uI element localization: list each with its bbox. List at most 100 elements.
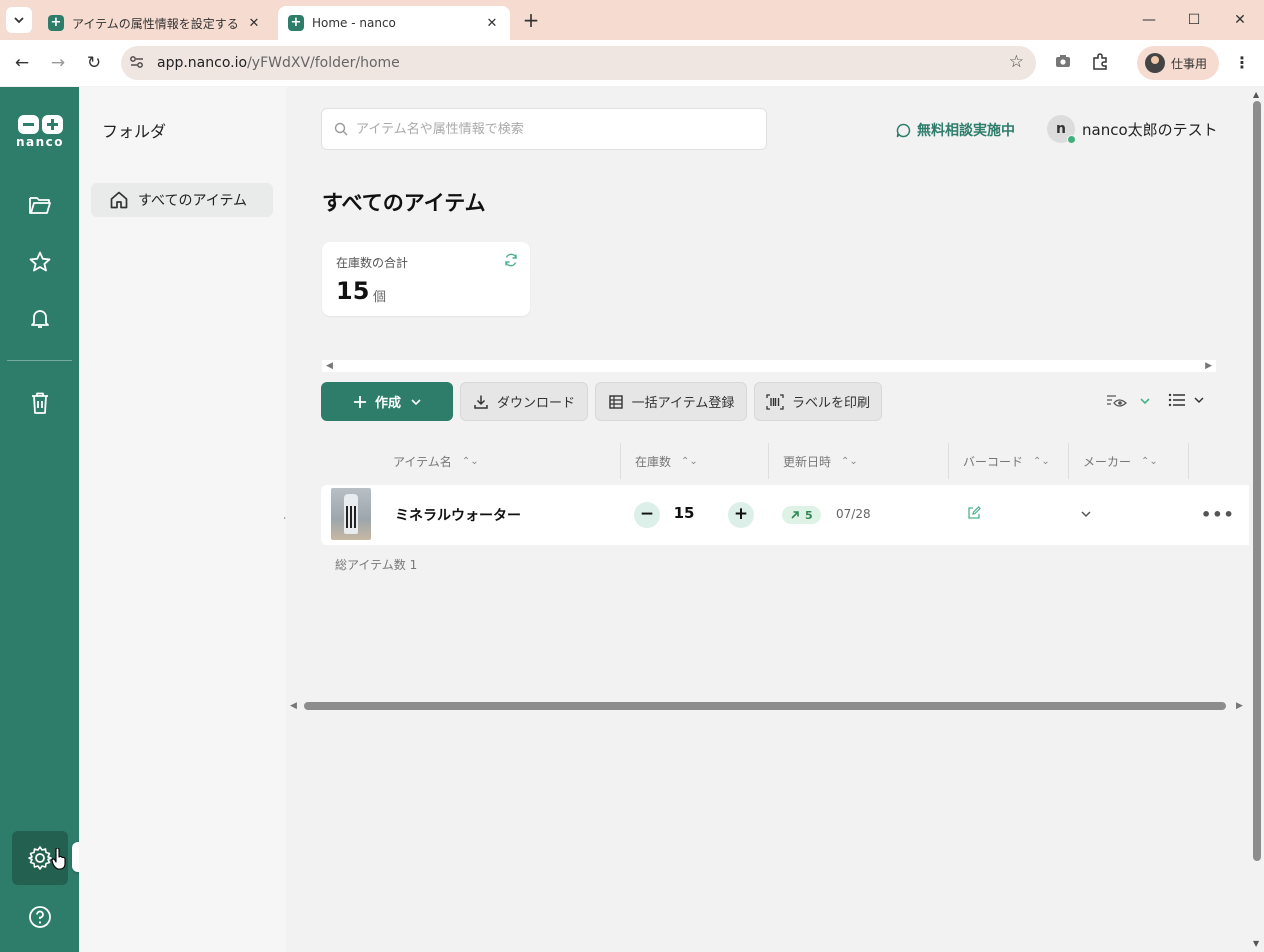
forward-button[interactable]: → [47, 52, 69, 74]
bulk-register-button[interactable]: 一括アイテム登録 [595, 382, 747, 421]
extensions-puzzle-icon[interactable] [1090, 53, 1110, 73]
stock-total-card: 在庫数の合計 15 個 [322, 242, 530, 316]
maker-dropdown-chevron-icon[interactable] [1081, 508, 1091, 523]
decrease-quantity-button[interactable]: − [634, 502, 660, 528]
site-settings-icon[interactable] [129, 55, 147, 72]
close-icon[interactable]: ✕ [246, 16, 262, 31]
scroll-right-arrow-icon[interactable]: ▶ [1205, 360, 1212, 372]
new-tab-button[interactable]: + [520, 9, 542, 31]
scrollbar-thumb[interactable] [304, 702, 1226, 710]
item-name[interactable]: ミネラルウォーター [395, 505, 521, 525]
url-host: app.nanco.io [157, 55, 248, 71]
profile-button[interactable]: 仕事用 [1137, 46, 1219, 80]
close-icon[interactable]: ✕ [484, 16, 500, 31]
url-text: app.nanco.io/yFWdXV/folder/home [157, 55, 400, 71]
help-icon[interactable] [28, 905, 52, 933]
stat-unit: 個 [373, 290, 387, 305]
bell-icon[interactable] [26, 304, 54, 332]
bookmark-star-icon[interactable]: ☆ [1009, 52, 1024, 72]
column-divider [948, 443, 949, 479]
column-divider [1188, 443, 1189, 479]
reload-button[interactable]: ↻ [83, 52, 105, 74]
nanco-favicon-icon: + [48, 15, 64, 31]
folder-icon[interactable] [26, 191, 54, 219]
list-view-toggle[interactable] [1168, 393, 1204, 407]
sort-icon[interactable]: ⌃⌄ [1141, 456, 1158, 467]
column-header-maker[interactable]: メーカー ⌃⌄ [1083, 443, 1158, 479]
download-label: ダウンロード [496, 396, 575, 411]
download-button[interactable]: ダウンロード [460, 382, 588, 421]
window-close-button[interactable]: ✕ [1230, 10, 1250, 30]
print-label-label: ラベルを印刷 [791, 396, 870, 411]
minimize-button[interactable]: — [1139, 10, 1159, 30]
nanco-logo[interactable]: nanco [14, 115, 66, 149]
list-icon [1168, 393, 1185, 407]
column-header-barcode[interactable]: バーコード ⌃⌄ [963, 443, 1050, 479]
column-divider [768, 443, 769, 479]
browser-tab-bar: + アイテムの属性情報を設定する ✕ + Home - nanco ✕ + — … [0, 0, 1264, 40]
stat-label: 在庫数の合計 [336, 256, 409, 270]
total-item-count: 総アイテム数 1 [335, 558, 418, 572]
logo-text: nanco [15, 135, 65, 149]
back-button[interactable]: ← [11, 52, 33, 74]
mouse-pointer-hand-icon [51, 847, 67, 874]
logo-minus-mark [17, 115, 39, 134]
profile-label: 仕事用 [1171, 56, 1208, 71]
scroll-left-arrow-icon[interactable]: ◀ [290, 699, 297, 713]
chevron-down-icon [14, 17, 24, 24]
column-header-updated[interactable]: 更新日時 ⌃⌄ [783, 443, 858, 479]
browser-menu-icon[interactable]: ⋮ [1233, 53, 1251, 73]
chevron-down-icon [411, 398, 421, 405]
url-path: /yFWdXV/folder/home [247, 55, 400, 71]
table-row[interactable]: ミネラルウォーター − 15 + 5 07/28 ••• [321, 485, 1249, 545]
browser-tab[interactable]: + アイテムの属性情報を設定する ✕ [38, 6, 272, 40]
app-nav-rail: nanco [0, 87, 79, 952]
page-title: すべてのアイテム [322, 191, 486, 215]
scroll-up-arrow-icon[interactable]: ▲ [1253, 90, 1259, 99]
item-thumbnail[interactable] [331, 488, 371, 540]
sort-icon[interactable]: ⌃⌄ [462, 456, 479, 467]
chevron-down-icon [1140, 398, 1150, 405]
folder-panel-title: フォルダ [102, 122, 167, 141]
print-label-button[interactable]: ラベルを印刷 [754, 382, 882, 421]
scroll-left-arrow-icon[interactable]: ◀ [326, 360, 333, 372]
refresh-icon[interactable] [504, 253, 518, 271]
column-label: バーコード [963, 454, 1024, 469]
edit-barcode-icon[interactable] [967, 506, 981, 524]
search-input[interactable] [356, 121, 736, 137]
column-label: メーカー [1083, 454, 1132, 469]
table-horizontal-scrollbar[interactable]: ◀ ▶ [286, 699, 1248, 713]
sort-icon[interactable]: ⌃⌄ [841, 456, 858, 467]
user-name: nanco太郎のテスト [1082, 120, 1218, 139]
column-visibility-toggle[interactable] [1106, 393, 1150, 409]
scroll-down-arrow-icon[interactable]: ▼ [1253, 939, 1259, 948]
user-menu[interactable]: n nanco太郎のテスト [1047, 115, 1218, 144]
main-content: 無料相談実施中 n nanco太郎のテスト すべてのアイテム 在庫数の合計 15… [286, 87, 1264, 952]
browser-toolbar: ← → ↻ app.nanco.io/yFWdXV/folder/home ☆ … [0, 40, 1264, 86]
sort-icon[interactable]: ⌃⌄ [1033, 456, 1050, 467]
browser-tab-active[interactable]: + Home - nanco ✕ [278, 6, 510, 40]
increase-quantity-button[interactable]: + [728, 502, 754, 528]
address-bar[interactable]: app.nanco.io/yFWdXV/folder/home ☆ [121, 46, 1036, 80]
scrollbar-thumb[interactable] [1253, 101, 1261, 861]
spreadsheet-icon [608, 394, 623, 409]
free-consultation-link[interactable]: 無料相談実施中 [896, 120, 1015, 140]
tab-search-button[interactable] [6, 7, 32, 33]
column-header-item-name[interactable]: アイテム名 ⌃⌄ [393, 443, 479, 479]
create-button[interactable]: 作成 [321, 382, 453, 421]
trash-icon[interactable] [26, 389, 54, 417]
card-scroll-track[interactable]: ◀ ▶ [322, 360, 1216, 372]
column-label: アイテム名 [393, 454, 452, 469]
scroll-right-arrow-icon[interactable]: ▶ [1236, 699, 1243, 713]
maximize-button[interactable]: ☐ [1184, 10, 1204, 30]
column-header-stock[interactable]: 在庫数 ⌃⌄ [635, 443, 698, 479]
page-vertical-scrollbar[interactable]: ▲ ▼ [1250, 87, 1264, 952]
more-options-icon[interactable]: ••• [1201, 505, 1235, 524]
sort-icon[interactable]: ⌃⌄ [681, 456, 698, 467]
camera-icon[interactable] [1053, 53, 1073, 73]
star-icon[interactable] [26, 248, 54, 276]
folder-item-all-items[interactable]: すべてのアイテム [91, 183, 273, 217]
folder-item-label: すべてのアイテム [138, 193, 248, 209]
search-box[interactable] [321, 108, 767, 150]
quantity-value: 15 [673, 504, 695, 522]
